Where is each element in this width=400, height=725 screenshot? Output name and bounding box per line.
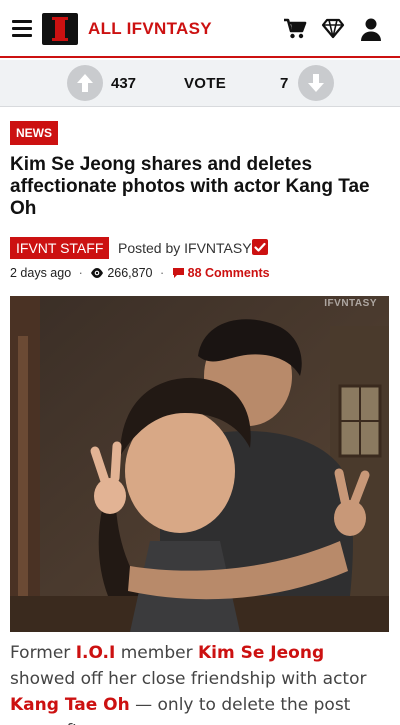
comment-icon — [172, 267, 185, 282]
user-icon[interactable] — [358, 16, 384, 42]
image-watermark: IFVNTASY — [324, 298, 377, 309]
diamond-icon[interactable] — [320, 16, 346, 42]
comments-link[interactable]: 88 Comments — [188, 266, 270, 280]
tag-link-kang-tae-oh[interactable]: Kang Tae Oh — [10, 695, 130, 715]
tag-link-ioi[interactable]: I.O.I — [76, 643, 116, 663]
vote-label: VOTE — [184, 75, 227, 92]
posted-by[interactable]: Posted by IFVNTASY — [118, 240, 252, 256]
cart-icon[interactable] — [282, 16, 308, 42]
logo-icon[interactable] — [42, 13, 78, 45]
view-count: 266,870 — [107, 266, 153, 280]
article-title: Kim Se Jeong shares and deletes affectio… — [10, 154, 370, 219]
body-text: member — [115, 643, 198, 663]
vote-bar: 437 VOTE 7 — [0, 60, 400, 107]
author-badge[interactable]: IFVNT STAFF — [10, 237, 110, 259]
downvote-count: 7 — [280, 75, 289, 92]
article-hero-image: IFVNTASY — [10, 296, 389, 632]
category-badge[interactable]: NEWS — [10, 121, 58, 145]
eye-icon — [90, 267, 104, 282]
time-ago: 2 days ago — [10, 266, 72, 280]
article-body: Former I.O.I member Kim Se Jeong showed … — [10, 640, 392, 725]
upvote-count: 437 — [111, 75, 137, 92]
body-text: showed off her close friendship with act… — [10, 669, 367, 689]
brand-name[interactable]: ALL IFVNTASY — [88, 19, 212, 39]
article-meta: 2 days ago · 266,870 · 88 Comments — [10, 266, 270, 282]
arrow-up-icon — [77, 74, 93, 92]
menu-icon[interactable] — [12, 20, 32, 38]
body-text: Former — [10, 643, 76, 663]
upvote-button[interactable] — [67, 65, 103, 101]
downvote-button[interactable] — [298, 65, 334, 101]
arrow-down-icon — [308, 74, 324, 92]
site-header: ALL IFVNTASY — [0, 0, 400, 58]
tag-link-kim-se-jeong[interactable]: Kim Se Jeong — [198, 643, 324, 663]
verified-check-icon — [252, 239, 268, 255]
